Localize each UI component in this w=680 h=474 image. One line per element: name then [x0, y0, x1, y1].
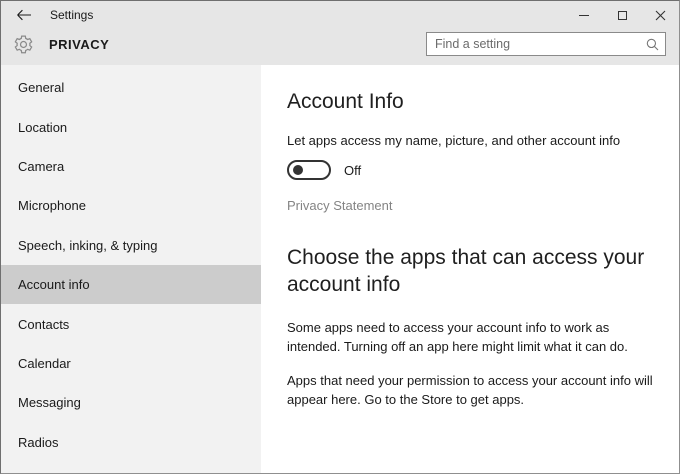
maximize-icon	[617, 10, 627, 20]
sidebar-item-camera[interactable]: Camera	[1, 147, 261, 186]
page-title: PRIVACY	[49, 36, 110, 52]
caption-buttons	[565, 1, 679, 29]
maximize-button[interactable]	[603, 1, 641, 29]
sidebar-item-location[interactable]: Location	[1, 107, 261, 146]
app-body: General Location Camera Microphone Speec…	[1, 65, 679, 473]
section-title: Choose the apps that can access your acc…	[287, 246, 645, 296]
toggle-description: Let apps access my name, picture, and ot…	[287, 133, 621, 148]
search-input[interactable]	[435, 37, 646, 51]
close-button[interactable]	[641, 1, 679, 29]
sidebar-item-radios[interactable]: Radios	[1, 423, 261, 462]
settings-window: Settings PRIVACY Find a setting General …	[0, 0, 680, 474]
search-box[interactable]	[426, 32, 666, 56]
gear-icon	[12, 33, 35, 56]
minimize-icon	[579, 14, 589, 16]
toggle-row: Off	[287, 160, 659, 180]
window-title: Settings	[50, 8, 94, 22]
app-header: PRIVACY	[1, 29, 679, 65]
minimize-button[interactable]	[565, 1, 603, 29]
account-info-toggle[interactable]	[287, 160, 331, 180]
sidebar-item-messaging[interactable]: Messaging	[1, 383, 261, 422]
section-paragraph-2: Apps that need your permission to access…	[287, 373, 653, 407]
sidebar-item-speech-inking-typing[interactable]: Speech, inking, & typing	[1, 226, 261, 265]
privacy-statement-link[interactable]: Privacy Statement	[287, 198, 393, 213]
back-arrow-icon	[16, 9, 32, 21]
sidebar: General Location Camera Microphone Speec…	[1, 65, 261, 473]
sidebar-item-account-info[interactable]: Account info	[1, 264, 261, 305]
search-icon	[646, 38, 659, 51]
back-button[interactable]	[1, 1, 47, 29]
sidebar-item-calendar[interactable]: Calendar	[1, 344, 261, 383]
toggle-state-label: Off	[344, 162, 362, 178]
sidebar-item-microphone[interactable]: Microphone	[1, 186, 261, 225]
sidebar-item-contacts[interactable]: Contacts	[1, 304, 261, 343]
content-title: Account Info	[287, 90, 404, 113]
title-bar: Settings	[1, 1, 679, 29]
section-paragraph-1: Some apps need to access your account in…	[287, 320, 628, 354]
close-icon	[655, 10, 666, 21]
main-content: Account Info Let apps access my name, pi…	[261, 65, 679, 473]
sidebar-item-general[interactable]: General	[1, 68, 261, 107]
toggle-knob	[293, 165, 303, 175]
